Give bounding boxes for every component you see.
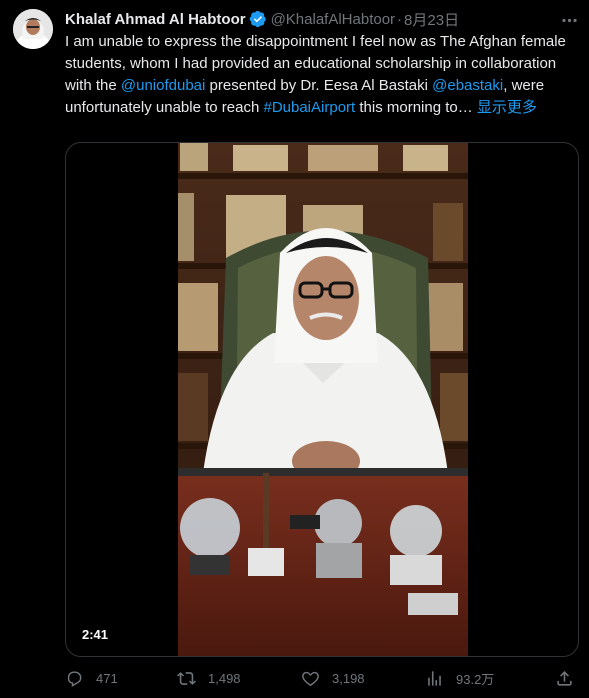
- hashtag-link[interactable]: #DubaiAirport: [263, 99, 355, 116]
- tweet-text-part: this morning to…: [355, 99, 473, 116]
- tweet-date[interactable]: 8月23日: [404, 9, 459, 30]
- like-count: 3,198: [332, 670, 365, 686]
- video-player[interactable]: 2:41: [65, 142, 579, 657]
- avatar-image: [13, 9, 53, 49]
- author-handle[interactable]: @KhalafAlHabtoor: [271, 11, 395, 28]
- avatar[interactable]: [13, 9, 53, 49]
- like-button[interactable]: 3,198: [301, 669, 425, 688]
- tweet-header: Khalaf Ahmad Al Habtoor @KhalafAlHabtoor…: [65, 9, 569, 29]
- share-icon: [557, 670, 572, 686]
- tweet-text-part: presented by Dr. Eesa Al Bastaki: [205, 77, 433, 94]
- retweet-icon: [177, 671, 196, 685]
- more-icon[interactable]: [557, 8, 581, 32]
- reply-count: 471: [96, 670, 118, 686]
- reply-button[interactable]: 471: [65, 669, 177, 688]
- mention-link[interactable]: @uniofdubai: [121, 77, 205, 94]
- separator-dot: ·: [397, 10, 403, 28]
- views-count: 93.2万: [456, 671, 495, 687]
- tweet-text: I am unable to express the disappointmen…: [65, 31, 580, 119]
- share-button[interactable]: [555, 669, 574, 688]
- views-icon: [428, 670, 441, 686]
- like-icon: [302, 671, 319, 686]
- retweet-count: 1,498: [208, 670, 241, 686]
- views-button[interactable]: 93.2万: [425, 669, 555, 688]
- video-frame: [178, 143, 468, 656]
- reply-icon: [67, 670, 82, 687]
- mention-link[interactable]: @ebastaki: [432, 77, 503, 94]
- retweet-button[interactable]: 1,498: [177, 669, 301, 688]
- show-more-link[interactable]: 显示更多: [473, 99, 537, 116]
- tweet-actions: 471 1,498 3,198 93.2万: [65, 666, 580, 690]
- video-duration: 2:41: [76, 625, 115, 644]
- author-name[interactable]: Khalaf Ahmad Al Habtoor: [65, 11, 246, 28]
- verified-badge-icon[interactable]: [249, 10, 267, 28]
